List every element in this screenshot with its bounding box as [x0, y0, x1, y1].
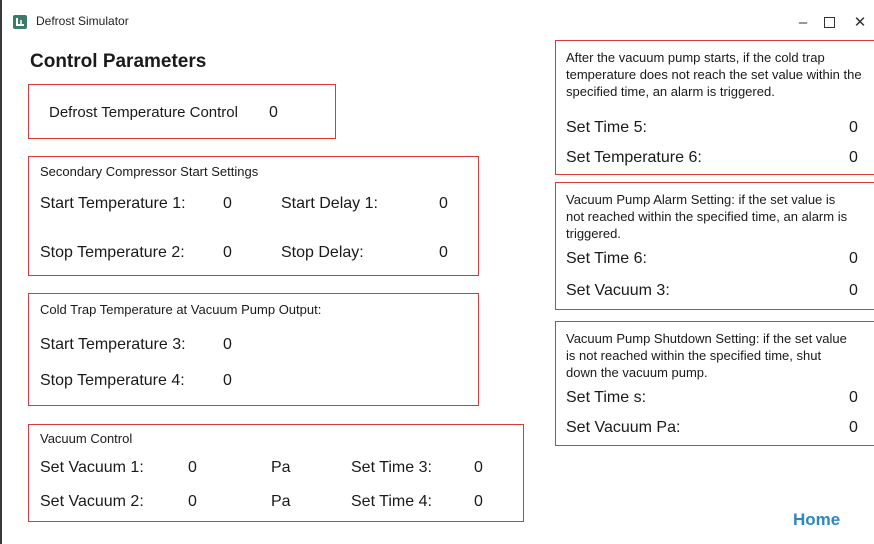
set-time-5-label: Set Time 5: [566, 119, 647, 136]
start-temperature-3-value[interactable]: 0 [223, 336, 232, 354]
stop-delay-label: Stop Delay: [281, 244, 364, 261]
start-temperature-1-value[interactable]: 0 [223, 195, 232, 213]
start-temperature-3-label: Start Temperature 3: [40, 336, 186, 353]
set-vacuum-1-unit: Pa [271, 459, 291, 476]
close-icon[interactable]: ✕ [846, 10, 874, 34]
app-logo-icon [13, 15, 27, 29]
cold-trap-alarm-box: After the vacuum pump starts, if the col… [555, 40, 874, 175]
secondary-compressor-box: Secondary Compressor Start Settings Star… [28, 156, 479, 276]
stop-delay-value[interactable]: 0 [439, 244, 448, 262]
set-time-s-value[interactable]: 0 [849, 389, 858, 407]
set-temperature-6-value[interactable]: 0 [849, 149, 858, 167]
page-title: Control Parameters [30, 51, 207, 72]
set-time-4-value[interactable]: 0 [474, 493, 483, 511]
set-vacuum-2-value[interactable]: 0 [188, 493, 197, 511]
set-time-5-value[interactable]: 0 [849, 119, 858, 137]
stop-temperature-2-label: Stop Temperature 2: [40, 244, 185, 261]
stop-temperature-4-value[interactable]: 0 [223, 372, 232, 390]
title-bar: Defrost Simulator – ✕ [0, 0, 874, 44]
vacuum-control-box: Vacuum Control Set Vacuum 1: 0 Pa Set Ti… [28, 424, 524, 522]
vacuum-pump-shutdown-box: Vacuum Pump Shutdown Setting: if the set… [555, 321, 874, 446]
vacuum-pump-alarm-note: Vacuum Pump Alarm Setting: if the set va… [566, 192, 848, 241]
defrost-temperature-box: Defrost Temperature Control 0 [28, 84, 336, 139]
set-vacuum-pa-value[interactable]: 0 [849, 419, 858, 437]
cold-trap-temperature-box: Cold Trap Temperature at Vacuum Pump Out… [28, 293, 479, 406]
set-vacuum-pa-label: Set Vacuum Pa: [566, 419, 681, 436]
set-vacuum-3-value[interactable]: 0 [849, 282, 858, 300]
minimize-icon[interactable]: – [789, 10, 817, 34]
window-left-edge [0, 0, 2, 544]
cold-trap-alarm-note: After the vacuum pump starts, if the col… [566, 50, 862, 99]
set-time-6-label: Set Time 6: [566, 250, 647, 267]
set-time-6-value[interactable]: 0 [849, 250, 858, 268]
set-vacuum-3-label: Set Vacuum 3: [566, 282, 670, 299]
defrost-temperature-label: Defrost Temperature Control [49, 104, 238, 121]
home-link[interactable]: Home [793, 510, 840, 530]
vacuum-pump-shutdown-note: Vacuum Pump Shutdown Setting: if the set… [566, 331, 847, 380]
maximize-icon[interactable] [815, 10, 843, 34]
defrost-temperature-value[interactable]: 0 [269, 104, 278, 122]
set-time-3-value[interactable]: 0 [474, 459, 483, 477]
window-title: Defrost Simulator [36, 14, 129, 28]
stop-temperature-2-value[interactable]: 0 [223, 244, 232, 262]
secondary-compressor-caption: Secondary Compressor Start Settings [40, 164, 259, 179]
vacuum-control-caption: Vacuum Control [40, 431, 133, 446]
set-vacuum-1-label: Set Vacuum 1: [40, 459, 144, 476]
start-delay-1-value[interactable]: 0 [439, 195, 448, 213]
start-delay-1-label: Start Delay 1: [281, 195, 378, 212]
set-vacuum-2-label: Set Vacuum 2: [40, 493, 144, 510]
vacuum-pump-alarm-box: Vacuum Pump Alarm Setting: if the set va… [555, 182, 874, 310]
set-time-s-label: Set Time s: [566, 389, 647, 406]
set-time-3-label: Set Time 3: [351, 459, 432, 476]
set-vacuum-2-unit: Pa [271, 493, 291, 510]
set-temperature-6-label: Set Temperature 6: [566, 149, 702, 166]
stop-temperature-4-label: Stop Temperature 4: [40, 372, 185, 389]
start-temperature-1-label: Start Temperature 1: [40, 195, 186, 212]
set-vacuum-1-value[interactable]: 0 [188, 459, 197, 477]
set-time-4-label: Set Time 4: [351, 493, 432, 510]
cold-trap-caption: Cold Trap Temperature at Vacuum Pump Out… [40, 302, 322, 317]
